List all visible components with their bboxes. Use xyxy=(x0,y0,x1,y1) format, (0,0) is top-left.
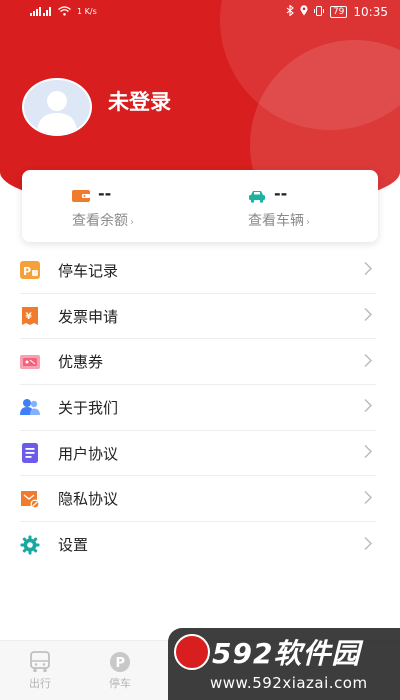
svg-text:¥: ¥ xyxy=(26,312,33,322)
chevron-right-icon: › xyxy=(306,217,310,228)
chevron-right-icon xyxy=(364,535,372,554)
view-balance-link[interactable]: 查看余额 › xyxy=(72,210,134,230)
menu-item-label: 优惠券 xyxy=(58,353,104,372)
vehicle-summary[interactable]: -- 查看车辆 › xyxy=(200,170,378,242)
chevron-right-icon xyxy=(364,398,372,417)
menu-item-about-us[interactable]: 关于我们 xyxy=(20,385,376,431)
login-status[interactable]: 未登录 xyxy=(108,86,171,116)
balance-value: -- xyxy=(98,184,112,203)
watermark-url: www.592xiazai.com xyxy=(210,674,368,692)
coupon-icon xyxy=(20,352,40,372)
view-vehicle-label: 查看车辆 xyxy=(248,213,304,229)
menu-item-label: 停车记录 xyxy=(58,261,119,280)
chevron-right-icon xyxy=(364,307,372,326)
menu-item-label: 隐私协议 xyxy=(58,490,119,509)
avatar[interactable] xyxy=(22,78,92,136)
nav-tab-label: 出行 xyxy=(29,677,51,690)
menu-item-parking-record[interactable]: P 停车记录 xyxy=(20,248,376,294)
bus-icon xyxy=(18,649,62,675)
menu-item-privacy[interactable]: 隐私协议 xyxy=(20,476,376,523)
user-agreement-icon xyxy=(20,443,40,464)
svg-text:P: P xyxy=(23,265,31,278)
menu-item-label: 关于我们 xyxy=(58,398,119,417)
parking-record-icon: P xyxy=(20,260,40,280)
svg-text:P: P xyxy=(116,656,126,671)
nav-tab-travel[interactable]: 出行 xyxy=(18,649,62,691)
menu-list: P 停车记录 ¥ 发票申请 优惠券 关于我们 用户协议 隐私协议 设置 xyxy=(20,248,376,568)
nav-tab-label: 停车 xyxy=(109,677,131,690)
clock: 10:35 xyxy=(353,5,388,19)
chevron-right-icon xyxy=(364,444,372,463)
menu-item-label: 发票申请 xyxy=(58,307,119,326)
status-bar: 1 K/s 79 10:35 xyxy=(0,0,400,24)
invoice-icon: ¥ xyxy=(20,306,40,326)
battery-indicator: 79 xyxy=(329,6,348,18)
menu-item-coupon[interactable]: 优惠券 xyxy=(20,339,376,386)
wallet-icon xyxy=(72,188,90,207)
view-balance-label: 查看余额 xyxy=(72,213,128,229)
chevron-right-icon xyxy=(364,261,372,280)
about-us-icon xyxy=(20,397,40,417)
wifi-icon xyxy=(58,5,71,19)
watermark-logo-icon xyxy=(174,634,210,670)
view-vehicle-link[interactable]: 查看车辆 › xyxy=(248,210,310,230)
menu-item-label: 设置 xyxy=(58,536,89,555)
watermark-title: 592软件园 xyxy=(212,637,361,670)
balance-summary[interactable]: -- 查看余额 › xyxy=(22,170,200,242)
avatar-placeholder-icon xyxy=(24,80,90,134)
chevron-right-icon xyxy=(364,489,372,508)
chevron-right-icon: › xyxy=(130,217,134,228)
account-summary-card: -- 查看余额 › -- 查看车辆 › xyxy=(22,170,378,242)
signal-icon xyxy=(30,6,52,19)
vibrate-icon xyxy=(313,5,324,19)
privacy-icon xyxy=(20,489,40,509)
watermark-overlay: 592软件园 www.592xiazai.com xyxy=(168,628,400,700)
menu-item-user-agreement[interactable]: 用户协议 xyxy=(20,431,376,477)
menu-item-settings[interactable]: 设置 xyxy=(20,522,376,568)
location-icon xyxy=(300,5,308,19)
parking-icon: P xyxy=(98,649,142,675)
chevron-right-icon xyxy=(364,352,372,371)
bluetooth-icon xyxy=(286,4,294,19)
nav-tab-parking[interactable]: P 停车 xyxy=(98,649,142,691)
vehicle-value: -- xyxy=(274,184,288,203)
settings-icon xyxy=(20,535,40,555)
car-icon xyxy=(248,188,266,207)
menu-item-invoice[interactable]: ¥ 发票申请 xyxy=(20,294,376,340)
net-speed: 1 K/s xyxy=(77,7,97,16)
menu-item-label: 用户协议 xyxy=(58,444,119,463)
